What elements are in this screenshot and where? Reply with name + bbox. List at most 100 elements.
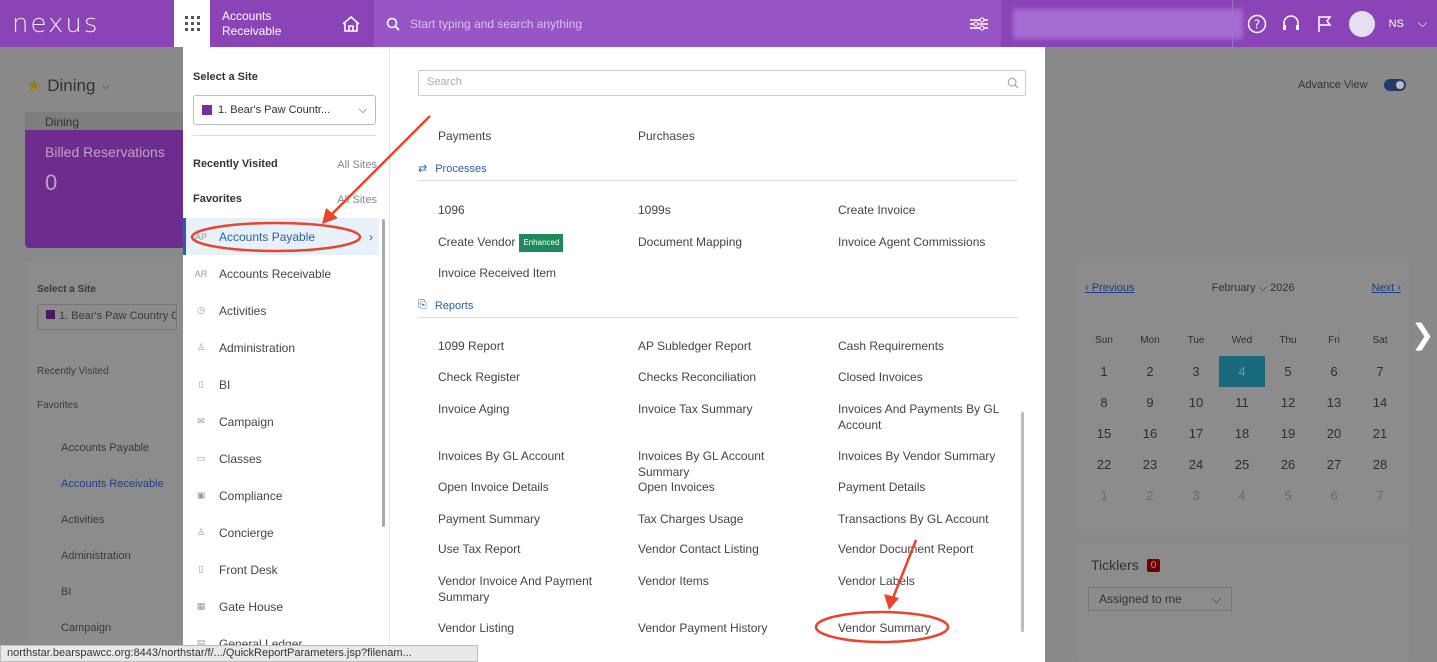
headset-icon[interactable] xyxy=(1281,14,1301,34)
scrollbar[interactable] xyxy=(382,219,385,527)
calendar-day[interactable]: 17 xyxy=(1173,418,1219,449)
report-link-invoices-by-vendor-summary[interactable]: Invoices By Vendor Summary xyxy=(838,448,1018,464)
calendar-day[interactable]: 18 xyxy=(1219,418,1265,449)
home-icon[interactable] xyxy=(328,0,374,47)
report-link-invoice-aging[interactable]: Invoice Aging xyxy=(438,401,618,417)
calendar-day[interactable]: 28 xyxy=(1357,449,1403,480)
calendar-day[interactable]: 6 xyxy=(1311,480,1357,511)
calendar-day[interactable]: 19 xyxy=(1265,418,1311,449)
help-icon[interactable]: ? xyxy=(1247,14,1267,34)
calendar-next-link[interactable]: Next › xyxy=(1372,282,1401,295)
calendar-day[interactable]: 21 xyxy=(1357,418,1403,449)
calendar-day[interactable]: 5 xyxy=(1265,356,1311,387)
calendar-day[interactable]: 5 xyxy=(1265,480,1311,511)
nexus-logo[interactable]: nexus xyxy=(0,9,174,39)
calendar-day[interactable]: 9 xyxy=(1127,387,1173,418)
all-sites-link[interactable]: All Sites xyxy=(337,194,377,206)
filter-sliders-icon[interactable] xyxy=(969,16,989,32)
scrollbar[interactable] xyxy=(1021,412,1024,632)
calendar-day[interactable]: 8 xyxy=(1081,387,1127,418)
link-payments[interactable]: Payments xyxy=(438,128,618,144)
link-purchases[interactable]: Purchases xyxy=(638,128,818,144)
calendar-day[interactable]: 27 xyxy=(1311,449,1357,480)
calendar-day[interactable]: 24 xyxy=(1173,449,1219,480)
calendar-day[interactable]: 2 xyxy=(1127,480,1173,511)
module-item-front-desk[interactable]: ▯ Front Desk xyxy=(183,551,379,588)
calendar-day[interactable]: 13 xyxy=(1311,387,1357,418)
process-link-1096[interactable]: 1096 xyxy=(438,202,618,218)
report-link-transactions-by-gl-account[interactable]: Transactions By GL Account xyxy=(838,511,1018,527)
report-link-payment-summary[interactable]: Payment Summary xyxy=(438,511,618,527)
report-link-use-tax-report[interactable]: Use Tax Report xyxy=(438,541,618,557)
site-select[interactable]: 1. Bear's Paw Country Cl xyxy=(37,304,177,330)
report-link-cash-requirements[interactable]: Cash Requirements xyxy=(838,338,1018,354)
report-link-vendor-items[interactable]: Vendor Items xyxy=(638,573,818,589)
menu-search-input[interactable]: Search xyxy=(418,70,1026,96)
report-link-payment-details[interactable]: Payment Details xyxy=(838,479,1018,495)
report-link-tax-charges-usage[interactable]: Tax Charges Usage xyxy=(638,511,818,527)
module-item-campaign[interactable]: ✉ Campaign xyxy=(183,403,379,440)
all-sites-link[interactable]: All Sites xyxy=(337,159,377,171)
global-search-input[interactable]: Start typing and search anything xyxy=(410,17,969,31)
report-link-invoice-tax-summary[interactable]: Invoice Tax Summary xyxy=(638,401,818,417)
calendar-day[interactable]: 20 xyxy=(1311,418,1357,449)
calendar-day[interactable]: 2 xyxy=(1127,356,1173,387)
module-item-accounts-receivable[interactable]: AR Accounts Receivable xyxy=(183,255,379,292)
report-link-vendor-labels[interactable]: Vendor Labels xyxy=(838,573,1018,589)
report-link-vendor-listing[interactable]: Vendor Listing xyxy=(438,620,618,636)
calendar-day[interactable]: 12 xyxy=(1265,387,1311,418)
nav-item-bi[interactable]: BI xyxy=(61,586,71,598)
report-link-closed-invoices[interactable]: Closed Invoices xyxy=(838,369,1018,385)
calendar-day[interactable]: 11 xyxy=(1219,387,1265,418)
report-link-vendor-invoice-and-payment-summary[interactable]: Vendor Invoice And Payment Summary xyxy=(438,573,608,605)
toggle-switch[interactable] xyxy=(1383,79,1406,91)
report-link-invoices-and-payments-by-gl-account[interactable]: Invoices And Payments By GL Account xyxy=(838,401,1008,433)
nav-item-accounts-receivable[interactable]: Accounts Receivable xyxy=(61,478,164,490)
calendar-day[interactable]: 10 xyxy=(1173,387,1219,418)
nav-item-activities[interactable]: Activities xyxy=(61,514,104,526)
module-item-concierge[interactable]: ♙ Concierge xyxy=(183,514,379,551)
billed-reservations-card[interactable]: Dining Billed Reservations 0 xyxy=(25,112,185,248)
module-item-accounts-payable[interactable]: AP Accounts Payable › xyxy=(183,218,379,255)
user-initials[interactable]: NS xyxy=(1389,18,1404,30)
module-item-activities[interactable]: ◷ Activities xyxy=(183,292,379,329)
calendar-day[interactable]: 15 xyxy=(1081,418,1127,449)
global-search[interactable]: Start typing and search anything xyxy=(374,0,1001,47)
calendar-day[interactable]: 23 xyxy=(1127,449,1173,480)
advance-view-toggle[interactable]: Advance View xyxy=(1298,79,1406,91)
nav-item-accounts-payable[interactable]: Accounts Payable xyxy=(61,442,149,454)
calendar-day[interactable]: 7 xyxy=(1357,480,1403,511)
calendar-day[interactable]: 22 xyxy=(1081,449,1127,480)
nav-item-campaign[interactable]: Campaign xyxy=(61,622,111,634)
calendar-day[interactable]: 4 xyxy=(1219,356,1265,387)
page-title[interactable]: ★ Dining ⌵ xyxy=(26,76,110,96)
report-link-checks-reconciliation[interactable]: Checks Reconciliation xyxy=(638,369,818,385)
report-link-vendor-summary[interactable]: Vendor Summary xyxy=(838,620,1018,636)
calendar-day[interactable]: 1 xyxy=(1081,356,1127,387)
calendar-previous-link[interactable]: ‹ Previous xyxy=(1085,282,1135,295)
calendar-day[interactable]: 26 xyxy=(1265,449,1311,480)
process-link-1099s[interactable]: 1099s xyxy=(638,202,818,218)
report-link-vendor-contact-listing[interactable]: Vendor Contact Listing xyxy=(638,541,818,557)
report-link-check-register[interactable]: Check Register xyxy=(438,369,618,385)
process-link-invoice-received-item[interactable]: Invoice Received Item xyxy=(438,265,618,281)
report-link-1099-report[interactable]: 1099 Report xyxy=(438,338,618,354)
calendar-day[interactable]: 14 xyxy=(1357,387,1403,418)
calendar-day[interactable]: 7 xyxy=(1357,356,1403,387)
assigned-to-select[interactable]: Assigned to me ⌵ xyxy=(1088,587,1232,611)
calendar-day[interactable]: 1 xyxy=(1081,480,1127,511)
report-link-vendor-payment-history[interactable]: Vendor Payment History xyxy=(638,620,818,636)
avatar[interactable] xyxy=(1348,10,1375,37)
calendar-day[interactable]: 6 xyxy=(1311,356,1357,387)
report-link-open-invoices[interactable]: Open Invoices xyxy=(638,479,818,495)
nav-item-administration[interactable]: Administration xyxy=(61,550,131,562)
process-link-document-mapping[interactable]: Document Mapping xyxy=(638,234,818,250)
chevron-down-icon[interactable]: ⌵ xyxy=(1418,16,1427,31)
calendar-day[interactable]: 3 xyxy=(1173,480,1219,511)
process-link-create-vendor[interactable]: Create Vendor Enhanced xyxy=(438,234,618,252)
report-link-invoices-by-gl-account[interactable]: Invoices By GL Account xyxy=(438,448,618,464)
calendar-day[interactable]: 3 xyxy=(1173,356,1219,387)
module-item-gate-house[interactable]: ▦ Gate House xyxy=(183,588,379,625)
chevron-right-icon[interactable]: ❯ xyxy=(1411,318,1434,351)
report-link-open-invoice-details[interactable]: Open Invoice Details xyxy=(438,479,618,495)
